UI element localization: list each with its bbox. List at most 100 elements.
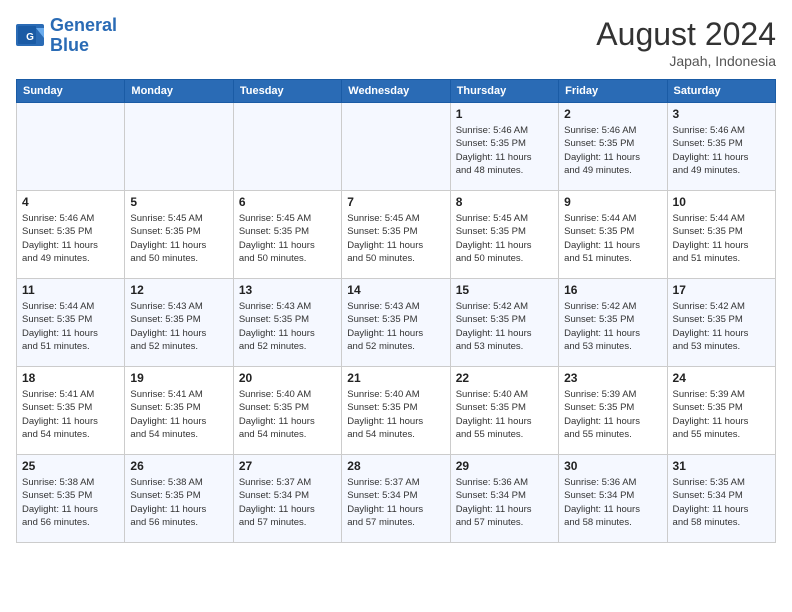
day-info: Sunrise: 5:35 AM Sunset: 5:34 PM Dayligh… <box>673 476 770 529</box>
day-info: Sunrise: 5:39 AM Sunset: 5:35 PM Dayligh… <box>564 388 661 441</box>
calendar-cell: 1 Sunrise: 5:46 AM Sunset: 5:35 PM Daylig… <box>450 103 558 191</box>
calendar-cell <box>342 103 450 191</box>
calendar-cell: 12 Sunrise: 5:43 AM Sunset: 5:35 PM Dayli… <box>125 279 233 367</box>
day-number: 26 <box>130 459 227 473</box>
logo-text: General Blue <box>50 16 117 56</box>
calendar-cell: 5 Sunrise: 5:45 AM Sunset: 5:35 PM Daylig… <box>125 191 233 279</box>
day-number: 1 <box>456 107 553 121</box>
calendar-week-1: 1 Sunrise: 5:46 AM Sunset: 5:35 PM Daylig… <box>17 103 776 191</box>
calendar-cell: 11 Sunrise: 5:44 AM Sunset: 5:35 PM Dayli… <box>17 279 125 367</box>
day-info: Sunrise: 5:43 AM Sunset: 5:35 PM Dayligh… <box>130 300 227 353</box>
day-number: 9 <box>564 195 661 209</box>
day-info: Sunrise: 5:40 AM Sunset: 5:35 PM Dayligh… <box>347 388 444 441</box>
calendar-cell: 29Sunrise: 5:36 AM Sunset: 5:34 PM Dayli… <box>450 455 558 543</box>
calendar-cell: 13Sunrise: 5:43 AM Sunset: 5:35 PM Dayli… <box>233 279 341 367</box>
logo: G General Blue <box>16 16 117 56</box>
weekday-header-saturday: Saturday <box>667 80 775 103</box>
day-info: Sunrise: 5:38 AM Sunset: 5:35 PM Dayligh… <box>130 476 227 529</box>
day-info: Sunrise: 5:39 AM Sunset: 5:35 PM Dayligh… <box>673 388 770 441</box>
calendar-cell: 25Sunrise: 5:38 AM Sunset: 5:35 PM Dayli… <box>17 455 125 543</box>
calendar-cell: 20Sunrise: 5:40 AM Sunset: 5:35 PM Dayli… <box>233 367 341 455</box>
day-number: 25 <box>22 459 119 473</box>
day-info: Sunrise: 5:45 AM Sunset: 5:35 PM Dayligh… <box>130 212 227 265</box>
day-info: Sunrise: 5:46 AM Sunset: 5:35 PM Dayligh… <box>673 124 770 177</box>
calendar-cell <box>125 103 233 191</box>
day-number: 31 <box>673 459 770 473</box>
day-number: 6 <box>239 195 336 209</box>
day-number: 15 <box>456 283 553 297</box>
calendar-cell: 24 Sunrise: 5:39 AM Sunset: 5:35 PM Dayli… <box>667 367 775 455</box>
day-info: Sunrise: 5:46 AM Sunset: 5:35 PM Dayligh… <box>456 124 553 177</box>
day-number: 22 <box>456 371 553 385</box>
day-number: 30 <box>564 459 661 473</box>
calendar-week-4: 18 Sunrise: 5:41 AM Sunset: 5:35 PM Dayli… <box>17 367 776 455</box>
day-number: 20 <box>239 371 336 385</box>
title-block: August 2024 Japah, Indonesia <box>596 16 776 69</box>
calendar-cell: 23 Sunrise: 5:39 AM Sunset: 5:35 PM Dayli… <box>559 367 667 455</box>
day-info: Sunrise: 5:41 AM Sunset: 5:35 PM Dayligh… <box>22 388 119 441</box>
weekday-header-thursday: Thursday <box>450 80 558 103</box>
calendar-cell <box>233 103 341 191</box>
day-number: 24 <box>673 371 770 385</box>
day-number: 4 <box>22 195 119 209</box>
day-number: 2 <box>564 107 661 121</box>
day-info: Sunrise: 5:44 AM Sunset: 5:35 PM Dayligh… <box>673 212 770 265</box>
calendar-cell: 2 Sunrise: 5:46 AM Sunset: 5:35 PM Daylig… <box>559 103 667 191</box>
month-year: August 2024 <box>596 16 776 53</box>
logo-icon: G <box>16 24 46 48</box>
day-info: Sunrise: 5:46 AM Sunset: 5:35 PM Dayligh… <box>564 124 661 177</box>
calendar-cell: 4Sunrise: 5:46 AM Sunset: 5:35 PM Daylig… <box>17 191 125 279</box>
day-number: 17 <box>673 283 770 297</box>
day-info: Sunrise: 5:45 AM Sunset: 5:35 PM Dayligh… <box>456 212 553 265</box>
day-info: Sunrise: 5:45 AM Sunset: 5:35 PM Dayligh… <box>347 212 444 265</box>
location: Japah, Indonesia <box>596 53 776 69</box>
day-info: Sunrise: 5:37 AM Sunset: 5:34 PM Dayligh… <box>347 476 444 529</box>
day-info: Sunrise: 5:37 AM Sunset: 5:34 PM Dayligh… <box>239 476 336 529</box>
day-number: 23 <box>564 371 661 385</box>
calendar-cell: 28Sunrise: 5:37 AM Sunset: 5:34 PM Dayli… <box>342 455 450 543</box>
calendar-body: 1 Sunrise: 5:46 AM Sunset: 5:35 PM Daylig… <box>17 103 776 543</box>
weekday-header-monday: Monday <box>125 80 233 103</box>
calendar-cell: 14Sunrise: 5:43 AM Sunset: 5:35 PM Dayli… <box>342 279 450 367</box>
day-number: 16 <box>564 283 661 297</box>
weekday-header-tuesday: Tuesday <box>233 80 341 103</box>
page-header: G General Blue August 2024 Japah, Indone… <box>16 16 776 69</box>
calendar-cell: 8 Sunrise: 5:45 AM Sunset: 5:35 PM Daylig… <box>450 191 558 279</box>
day-number: 8 <box>456 195 553 209</box>
calendar-cell <box>17 103 125 191</box>
day-number: 7 <box>347 195 444 209</box>
day-number: 12 <box>130 283 227 297</box>
day-number: 10 <box>673 195 770 209</box>
calendar-cell: 30Sunrise: 5:36 AM Sunset: 5:34 PM Dayli… <box>559 455 667 543</box>
calendar-week-3: 11 Sunrise: 5:44 AM Sunset: 5:35 PM Dayli… <box>17 279 776 367</box>
calendar-cell: 15Sunrise: 5:42 AM Sunset: 5:35 PM Dayli… <box>450 279 558 367</box>
weekday-row: SundayMondayTuesdayWednesdayThursdayFrid… <box>17 80 776 103</box>
calendar-cell: 16 Sunrise: 5:42 AM Sunset: 5:35 PM Dayli… <box>559 279 667 367</box>
day-info: Sunrise: 5:42 AM Sunset: 5:35 PM Dayligh… <box>564 300 661 353</box>
day-number: 19 <box>130 371 227 385</box>
weekday-header-sunday: Sunday <box>17 80 125 103</box>
day-info: Sunrise: 5:43 AM Sunset: 5:35 PM Dayligh… <box>347 300 444 353</box>
day-number: 27 <box>239 459 336 473</box>
day-info: Sunrise: 5:42 AM Sunset: 5:35 PM Dayligh… <box>673 300 770 353</box>
calendar-header: SundayMondayTuesdayWednesdayThursdayFrid… <box>17 80 776 103</box>
day-number: 18 <box>22 371 119 385</box>
calendar-cell: 21Sunrise: 5:40 AM Sunset: 5:35 PM Dayli… <box>342 367 450 455</box>
calendar-cell: 7 Sunrise: 5:45 AM Sunset: 5:35 PM Daylig… <box>342 191 450 279</box>
calendar-cell: 6Sunrise: 5:45 AM Sunset: 5:35 PM Daylig… <box>233 191 341 279</box>
calendar-table: SundayMondayTuesdayWednesdayThursdayFrid… <box>16 79 776 543</box>
calendar-week-5: 25 Sunrise: 5:38 AM Sunset: 5:35 PM Dayli… <box>17 455 776 543</box>
calendar-cell: 31 Sunrise: 5:35 AM Sunset: 5:34 PM Dayli… <box>667 455 775 543</box>
day-info: Sunrise: 5:44 AM Sunset: 5:35 PM Dayligh… <box>22 300 119 353</box>
day-number: 11 <box>22 283 119 297</box>
calendar-cell: 19 Sunrise: 5:41 AM Sunset: 5:35 PM Dayli… <box>125 367 233 455</box>
calendar-cell: 3 Sunrise: 5:46 AM Sunset: 5:35 PM Daylig… <box>667 103 775 191</box>
calendar-cell: 22Sunrise: 5:40 AM Sunset: 5:35 PM Dayli… <box>450 367 558 455</box>
calendar-cell: 27 Sunrise: 5:37 AM Sunset: 5:34 PM Dayli… <box>233 455 341 543</box>
day-number: 3 <box>673 107 770 121</box>
calendar-cell: 10 Sunrise: 5:44 AM Sunset: 5:35 PM Dayli… <box>667 191 775 279</box>
svg-text:G: G <box>26 32 34 43</box>
day-info: Sunrise: 5:41 AM Sunset: 5:35 PM Dayligh… <box>130 388 227 441</box>
day-number: 5 <box>130 195 227 209</box>
calendar-cell: 26 Sunrise: 5:38 AM Sunset: 5:35 PM Dayli… <box>125 455 233 543</box>
